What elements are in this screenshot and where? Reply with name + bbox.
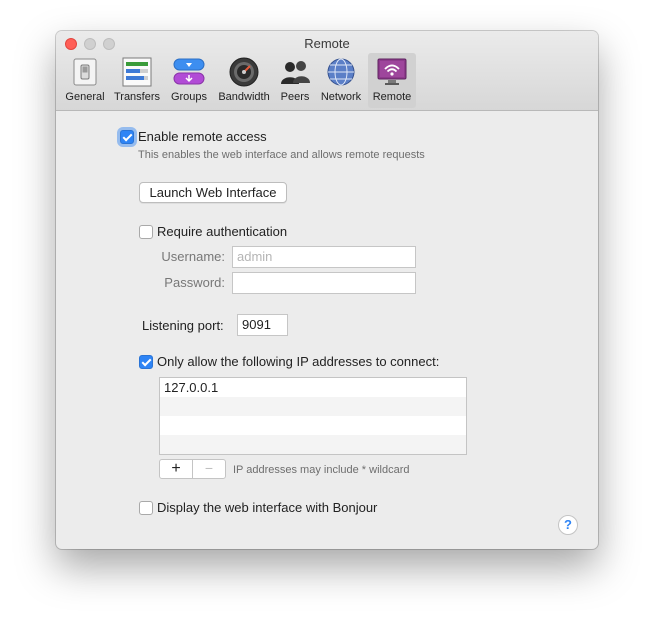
title-bar: Remote General Transfers Groups Bandwidt… bbox=[56, 31, 598, 111]
require-authentication-checkbox[interactable] bbox=[139, 225, 153, 239]
toolbar-label-peers: Peers bbox=[280, 91, 310, 103]
general-switch-icon bbox=[73, 58, 97, 86]
add-ip-button[interactable]: + bbox=[159, 459, 193, 479]
toolbar-label-groups: Groups bbox=[170, 91, 208, 103]
window-title: Remote bbox=[304, 36, 350, 51]
empty-list-row bbox=[160, 416, 466, 435]
remote-wifi-monitor-icon bbox=[377, 58, 407, 85]
password-label: Password: bbox=[164, 275, 225, 290]
toolbar-label-general: General bbox=[65, 91, 105, 103]
toolbar-item-general[interactable]: General bbox=[62, 53, 108, 108]
toolbar-item-network[interactable]: Network bbox=[316, 53, 366, 108]
username-placeholder: admin bbox=[237, 249, 273, 264]
network-globe-icon bbox=[327, 58, 355, 86]
enable-remote-access-checkbox[interactable] bbox=[120, 130, 134, 144]
preferences-window: Remote General Transfers Groups Bandwidt… bbox=[56, 31, 598, 549]
enable-remote-access-label: Enable remote access bbox=[138, 129, 267, 144]
ip-whitelist-label: Only allow the following IP addresses to… bbox=[157, 354, 440, 369]
enable-remote-description: This enables the web interface and allow… bbox=[138, 149, 425, 161]
listening-port-label: Listening port: bbox=[142, 318, 224, 333]
bandwidth-gauge-icon bbox=[229, 57, 259, 87]
require-authentication-label: Require authentication bbox=[157, 224, 288, 239]
username-label: Username: bbox=[161, 249, 225, 264]
ip-wildcard-hint: IP addresses may include * wildcard bbox=[233, 464, 410, 476]
empty-list-row bbox=[160, 397, 466, 416]
toolbar-item-peers[interactable]: Peers bbox=[276, 53, 314, 108]
transfers-icon bbox=[122, 57, 152, 87]
toolbar-label-remote: Remote bbox=[372, 91, 412, 103]
username-field[interactable]: admin bbox=[232, 246, 416, 268]
ip-address-list[interactable]: 127.0.0.1 bbox=[159, 377, 467, 455]
remove-ip-button[interactable]: − bbox=[192, 459, 226, 479]
launch-web-interface-button[interactable]: Launch Web Interface bbox=[139, 182, 287, 203]
toolbar-item-groups[interactable]: Groups bbox=[166, 53, 212, 108]
help-button[interactable]: ? bbox=[558, 515, 578, 535]
toolbar-label-transfers: Transfers bbox=[113, 91, 161, 103]
toolbar-label-bandwidth: Bandwidth bbox=[218, 91, 270, 103]
toolbar-label-network: Network bbox=[320, 91, 362, 103]
bonjour-checkbox[interactable] bbox=[139, 501, 153, 515]
bonjour-label: Display the web interface with Bonjour bbox=[157, 500, 378, 515]
listening-port-field[interactable]: 9091 bbox=[237, 314, 288, 336]
toolbar-item-bandwidth[interactable]: Bandwidth bbox=[214, 53, 274, 108]
empty-list-row bbox=[160, 435, 466, 454]
toolbar-item-transfers[interactable]: Transfers bbox=[110, 53, 164, 108]
password-field[interactable] bbox=[232, 272, 416, 294]
ip-whitelist-checkbox[interactable] bbox=[139, 355, 153, 369]
peers-people-icon bbox=[281, 61, 310, 84]
toolbar-item-remote[interactable]: Remote bbox=[368, 53, 416, 108]
remote-settings-pane: Enable remote access This enables the we… bbox=[56, 111, 598, 549]
ip-address-row[interactable]: 127.0.0.1 bbox=[160, 378, 466, 397]
groups-icon bbox=[173, 58, 205, 85]
